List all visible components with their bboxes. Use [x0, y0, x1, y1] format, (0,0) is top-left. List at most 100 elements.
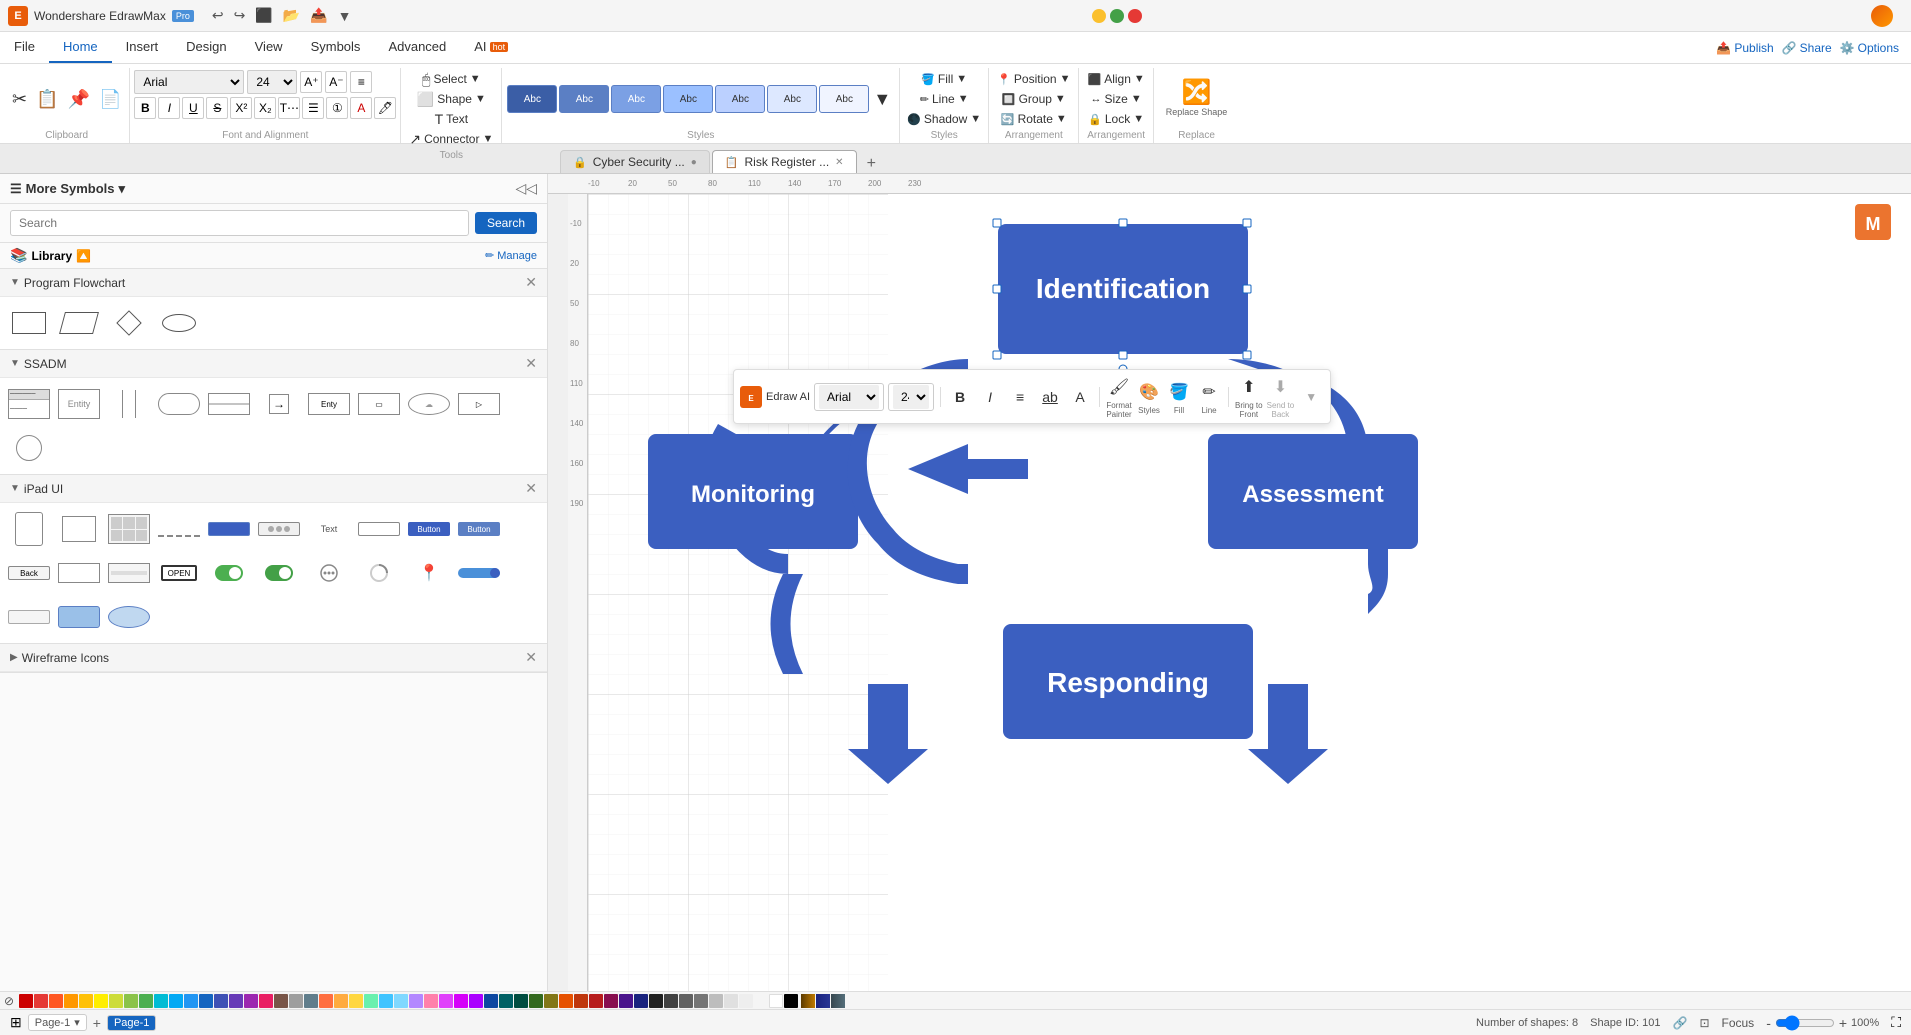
- gradient-steel[interactable]: [831, 994, 845, 1008]
- float-line-button[interactable]: ✏: [1196, 379, 1222, 405]
- ssadm-item-7[interactable]: Enty: [306, 384, 352, 424]
- menu-advanced[interactable]: Advanced: [374, 32, 460, 63]
- menu-view[interactable]: View: [241, 32, 297, 63]
- color-25[interactable]: [664, 994, 678, 1008]
- ipad-item-blue1[interactable]: [56, 597, 102, 637]
- handle-mr[interactable]: [1243, 285, 1251, 293]
- symbol-oval[interactable]: [156, 303, 202, 343]
- style-item-7[interactable]: Abc: [819, 85, 869, 113]
- ssadm-item-2[interactable]: Entity: [56, 384, 102, 424]
- color-amber[interactable]: [79, 994, 93, 1008]
- share-button[interactable]: 🔗 Share: [1782, 41, 1832, 55]
- ipad-item-open[interactable]: OPEN: [156, 553, 202, 593]
- color-pink[interactable]: [259, 994, 273, 1008]
- color-orange[interactable]: [64, 994, 78, 1008]
- ipad-item-4[interactable]: [156, 509, 202, 549]
- options-button[interactable]: ⚙️ Options: [1840, 41, 1899, 55]
- position-button[interactable]: 📍 Position ▼: [993, 70, 1074, 88]
- ipad-item-blue2[interactable]: [106, 597, 152, 637]
- color-8[interactable]: [409, 994, 423, 1008]
- close-category-ssadm[interactable]: ✕: [525, 355, 537, 372]
- send-to-back-button[interactable]: ⬇: [1267, 374, 1293, 400]
- paste-special-button[interactable]: 📄: [95, 88, 125, 110]
- color-white[interactable]: [769, 994, 783, 1008]
- color-dark-blue[interactable]: [199, 994, 213, 1008]
- font-size-select[interactable]: 24: [247, 70, 297, 94]
- minimize-button[interactable]: [1092, 9, 1106, 23]
- color-purple[interactable]: [229, 994, 243, 1008]
- symbol-para[interactable]: [56, 303, 102, 343]
- color-14[interactable]: [499, 994, 513, 1008]
- paste-button[interactable]: 📌: [64, 88, 94, 110]
- highlight-button[interactable]: 🖊: [374, 97, 396, 119]
- symbol-rect[interactable]: [6, 303, 52, 343]
- styles-expand-button[interactable]: ▼: [869, 87, 895, 112]
- font-family-select[interactable]: Arial: [134, 70, 244, 94]
- tab-cyber-security[interactable]: 🔒 Cyber Security ... ●: [560, 150, 710, 173]
- ssadm-item-8[interactable]: ▭: [356, 384, 402, 424]
- ipad-item-10[interactable]: Back: [6, 553, 52, 593]
- no-fill-button[interactable]: ⊘: [4, 994, 14, 1008]
- color-4[interactable]: [349, 994, 363, 1008]
- ipad-item-8[interactable]: Button: [406, 509, 452, 549]
- italic-button[interactable]: I: [158, 97, 180, 119]
- color-deep-orange[interactable]: [49, 994, 63, 1008]
- ipad-item-7[interactable]: [356, 509, 402, 549]
- color-17[interactable]: [544, 994, 558, 1008]
- ssadm-item-6[interactable]: →: [256, 384, 302, 424]
- color-7[interactable]: [394, 994, 408, 1008]
- format-painter-button[interactable]: 🖌: [1106, 374, 1132, 400]
- color-29[interactable]: [724, 994, 738, 1008]
- color-11[interactable]: [454, 994, 468, 1008]
- menu-insert[interactable]: Insert: [112, 32, 173, 63]
- float-align-button[interactable]: ≡: [1007, 384, 1033, 410]
- undo-button[interactable]: ↩: [208, 5, 228, 26]
- ipad-item-5[interactable]: [206, 509, 252, 549]
- lock-button[interactable]: 🔒 Lock ▼: [1084, 110, 1148, 128]
- float-italic-button[interactable]: I: [977, 384, 1003, 410]
- ssadm-item-3[interactable]: [106, 384, 152, 424]
- color-18[interactable]: [559, 994, 573, 1008]
- menu-file[interactable]: File: [0, 32, 49, 63]
- subscript-button[interactable]: X₂: [254, 97, 276, 119]
- export-button[interactable]: 📤: [306, 5, 331, 26]
- connector-button[interactable]: ↗ Connector ▼: [405, 130, 497, 148]
- left-arrow-down[interactable]: [771, 574, 804, 674]
- color-12[interactable]: [469, 994, 483, 1008]
- ssadm-item-9[interactable]: ☁: [406, 384, 452, 424]
- fit-page-button[interactable]: ⊡: [1699, 1016, 1709, 1030]
- color-19[interactable]: [574, 994, 588, 1008]
- color-31[interactable]: [754, 994, 768, 1008]
- up-arrow-responding[interactable]: [848, 684, 928, 784]
- float-underline-button[interactable]: ab: [1037, 384, 1063, 410]
- color-10[interactable]: [439, 994, 453, 1008]
- handle-tr[interactable]: [1243, 219, 1251, 227]
- category-header-flowchart[interactable]: ▼ Program Flowchart ✕: [0, 269, 547, 297]
- ipad-item-slider[interactable]: [456, 553, 502, 593]
- color-lime[interactable]: [109, 994, 123, 1008]
- up-arrow-right[interactable]: [1248, 684, 1328, 784]
- color-indigo[interactable]: [214, 994, 228, 1008]
- float-size-select[interactable]: 24: [893, 385, 929, 409]
- ssadm-item-5[interactable]: [206, 384, 252, 424]
- user-avatar[interactable]: [1871, 5, 1893, 27]
- color-13[interactable]: [484, 994, 498, 1008]
- ipad-item-location[interactable]: 📍: [406, 553, 452, 593]
- ipad-item-9[interactable]: Button: [456, 509, 502, 549]
- select-button[interactable]: 🖱 Select ▼: [418, 70, 485, 88]
- color-3[interactable]: [334, 994, 348, 1008]
- add-tab-button[interactable]: +: [859, 155, 884, 173]
- color-2[interactable]: [319, 994, 333, 1008]
- line-button[interactable]: ✏ Line ▼: [904, 90, 984, 108]
- manage-link[interactable]: ✏ Manage: [485, 249, 537, 262]
- canvas[interactable]: -10 20 50 80 110 140 160 190: [568, 194, 1911, 991]
- ssadm-item-circle[interactable]: [6, 428, 52, 468]
- color-light-green[interactable]: [124, 994, 138, 1008]
- color-yellow[interactable]: [94, 994, 108, 1008]
- ipad-item-2[interactable]: [56, 509, 102, 549]
- bullet-list-button[interactable]: ☰: [302, 97, 324, 119]
- color-28[interactable]: [709, 994, 723, 1008]
- color-cyan[interactable]: [154, 994, 168, 1008]
- close-button[interactable]: [1128, 9, 1142, 23]
- ipad-item-12[interactable]: [106, 553, 152, 593]
